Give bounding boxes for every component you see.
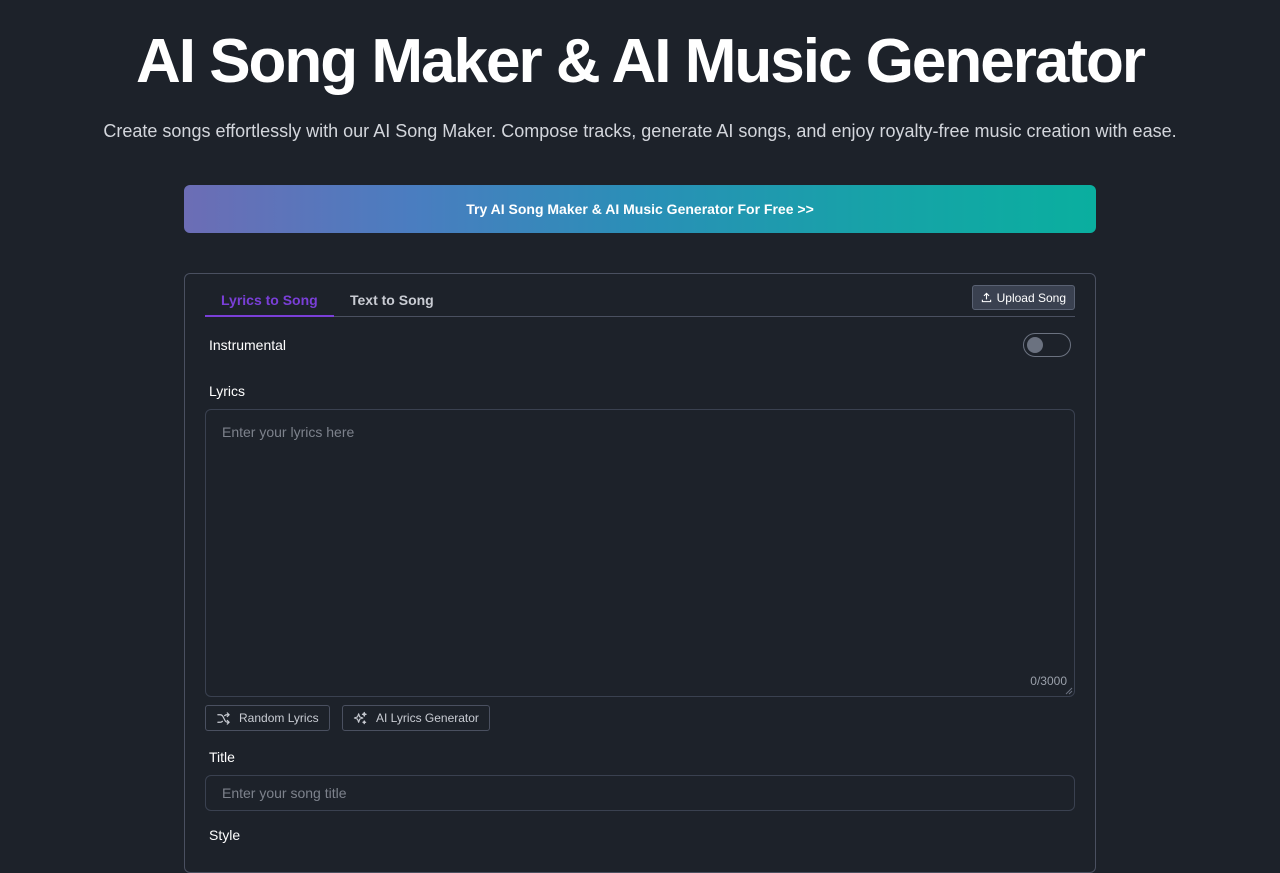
tab-lyrics-to-song[interactable]: Lyrics to Song [205,284,334,317]
title-label: Title [209,749,235,765]
shuffle-icon [217,711,230,725]
ai-lyrics-generator-button[interactable]: AI Lyrics Generator [342,705,490,731]
song-generator-panel: Lyrics to Song Text to Song Upload Song … [184,273,1096,873]
style-label: Style [209,827,241,843]
upload-song-label: Upload Song [996,290,1066,305]
resize-handle-icon[interactable] [1065,687,1073,695]
random-lyrics-button[interactable]: Random Lyrics [205,705,330,731]
upload-song-button[interactable]: Upload Song [971,285,1075,310]
try-free-button[interactable]: Try AI Song Maker & AI Music Generator F… [184,185,1096,233]
random-lyrics-label: Random Lyrics [239,711,319,725]
tab-text-to-song[interactable]: Text to Song [334,284,450,317]
page-subtitle: Create songs effortlessly with our AI So… [103,121,1177,141]
lyrics-label: Lyrics [209,383,246,399]
instrumental-label: Instrumental [209,337,287,353]
lyrics-char-counter: 0/3000 [1030,674,1067,688]
lyrics-placeholder: Enter your lyrics here [222,424,355,440]
sparkles-icon [353,711,367,724]
upload-icon [981,292,991,303]
mode-tabs: Lyrics to Song Text to Song [205,284,1075,317]
song-title-placeholder: Enter your song title [222,785,347,801]
page-title: AI Song Maker & AI Music Generator [135,27,1146,96]
song-title-input[interactable]: Enter your song title [205,775,1075,811]
lyrics-textarea[interactable]: Enter your lyrics here 0/3000 [205,409,1075,697]
instrumental-toggle[interactable] [1023,333,1071,357]
ai-lyrics-generator-label: AI Lyrics Generator [376,711,479,725]
toggle-knob [1027,337,1043,353]
